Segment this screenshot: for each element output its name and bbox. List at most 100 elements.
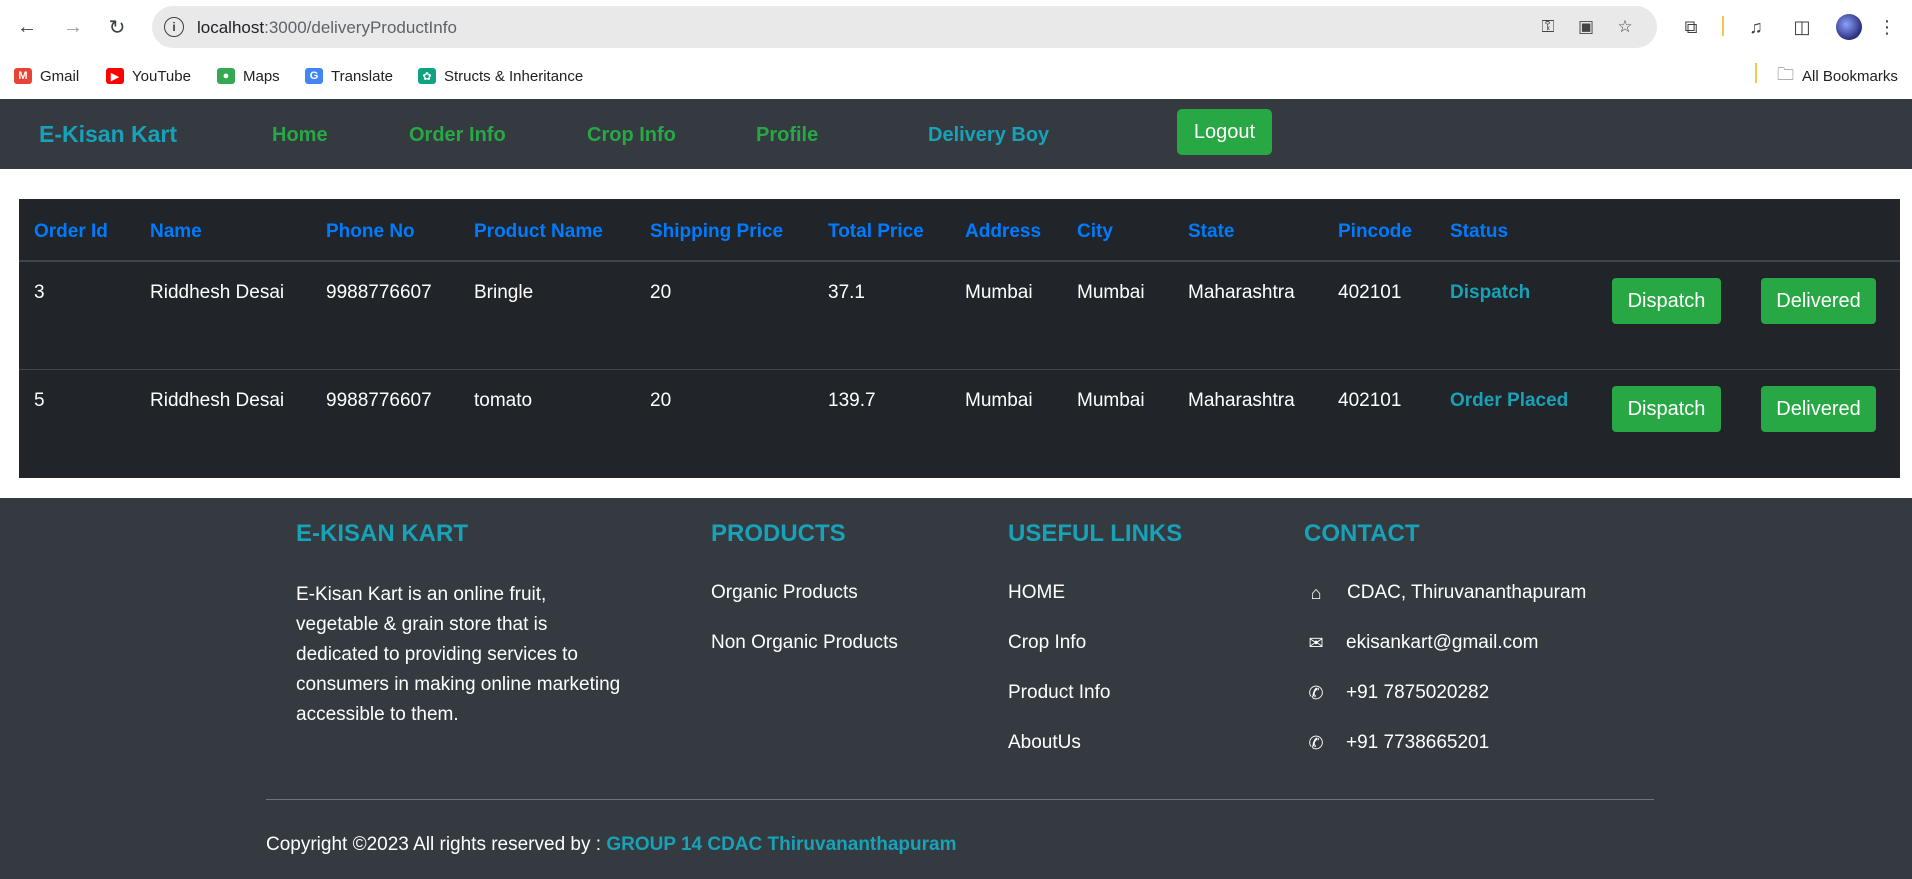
footer-link-home[interactable]: HOME: [1008, 582, 1065, 604]
header-phone: Phone No: [326, 221, 415, 242]
bookmarks-bar: M Gmail ▶ YouTube ● Maps G Translate ✿ S…: [0, 54, 1912, 99]
cell-city: Mumbai: [1077, 390, 1145, 411]
app-navbar: E-Kisan Kart Home Order Info Crop Info P…: [0, 99, 1912, 169]
home-icon: ⌂: [1310, 582, 1322, 603]
cell-order-id: 5: [34, 390, 45, 411]
header-shipping-price: Shipping Price: [650, 221, 784, 242]
translate-icon: G: [305, 68, 323, 84]
cell-product: Bringle: [474, 282, 534, 303]
footer-links-title: USEFUL LINKS: [1008, 520, 1183, 547]
maps-icon: ●: [217, 68, 235, 84]
bookmark-label: YouTube: [132, 67, 191, 85]
side-panel-icon[interactable]: ◫: [1789, 14, 1815, 40]
browser-toolbar: ← → ↻ i localhost:3000/deliveryProductIn…: [0, 0, 1912, 54]
header-status: Status: [1450, 221, 1509, 242]
footer-divider: [266, 799, 1654, 800]
cell-total: 37.1: [828, 282, 865, 303]
forward-arrow-icon[interactable]: →: [58, 12, 88, 42]
header-order-id: Order Id: [34, 221, 108, 242]
cell-shipping: 20: [650, 390, 672, 411]
footer-about-title: E-KISAN KART: [296, 520, 468, 547]
header-product-name: Product Name: [474, 221, 603, 242]
footer-link-crop-info[interactable]: Crop Info: [1008, 632, 1086, 654]
site-info-icon[interactable]: i: [164, 17, 184, 37]
all-bookmarks-label: All Bookmarks: [1802, 67, 1898, 85]
phone-icon: ✆: [1308, 732, 1324, 753]
logout-button[interactable]: Logout: [1177, 109, 1272, 155]
gmail-icon: M: [14, 68, 32, 84]
delivered-button[interactable]: Delivered: [1761, 386, 1876, 432]
bookmark-youtube[interactable]: ▶ YouTube: [106, 64, 191, 88]
brand-logo[interactable]: E-Kisan Kart: [39, 121, 177, 148]
footer-link-non-organic[interactable]: Non Organic Products: [711, 632, 898, 654]
cell-order-id: 3: [34, 282, 45, 303]
nav-delivery-boy[interactable]: Delivery Boy: [928, 124, 1049, 147]
back-arrow-icon[interactable]: ←: [12, 12, 42, 42]
url-text[interactable]: localhost:3000/deliveryProductInfo: [197, 18, 457, 38]
footer-link-about-us[interactable]: AboutUs: [1008, 732, 1081, 754]
footer-products-title: PRODUCTS: [711, 520, 846, 547]
contact-phone-1: +91 7875020282: [1346, 682, 1490, 703]
bookmark-gmail[interactable]: M Gmail: [14, 64, 79, 88]
site-footer: E-KISAN KART E-Kisan Kart is an online f…: [0, 498, 1912, 879]
cell-phone: 9988776607: [326, 390, 432, 411]
header-total-price: Total Price: [828, 221, 924, 242]
bookmark-structs[interactable]: ✿ Structs & Inheritance: [418, 64, 583, 88]
menu-dots-icon[interactable]: ⋮: [1874, 14, 1900, 40]
header-city: City: [1077, 221, 1113, 242]
bookmark-translate[interactable]: G Translate: [305, 64, 393, 88]
cell-address: Mumbai: [965, 390, 1033, 411]
address-bar[interactable]: i localhost:3000/deliveryProductInfo ⚿ ▣…: [152, 6, 1657, 48]
header-divider: [19, 260, 1900, 262]
key-icon[interactable]: ⚿: [1537, 16, 1559, 38]
extensions-icon[interactable]: ⧉: [1678, 14, 1704, 40]
cell-total: 139.7: [828, 390, 876, 411]
bookmarks-divider: [1755, 63, 1757, 83]
footer-link-product-info[interactable]: Product Info: [1008, 682, 1110, 704]
bookmark-label: Gmail: [40, 67, 80, 85]
cell-status: Order Placed: [1450, 390, 1569, 411]
row-divider: [19, 369, 1900, 370]
bookmark-label: Maps: [243, 67, 280, 85]
contact-phone-2: +91 7738665201: [1346, 732, 1490, 753]
install-app-icon[interactable]: ▣: [1575, 16, 1597, 38]
contact-address: CDAC, Thiruvananthapuram: [1347, 582, 1587, 603]
nav-order-info[interactable]: Order Info: [409, 124, 506, 147]
folder-icon: 🗀: [1777, 64, 1794, 84]
cell-state: Maharashtra: [1188, 390, 1295, 411]
cell-name: Riddhesh Desai: [150, 282, 285, 303]
cell-city: Mumbai: [1077, 282, 1145, 303]
copyright-group-link[interactable]: GROUP 14 CDAC Thiruvananthapuram: [606, 834, 956, 855]
dispatch-button[interactable]: Dispatch: [1612, 386, 1721, 432]
chatgpt-icon: ✿: [418, 68, 436, 84]
profile-avatar[interactable]: [1836, 14, 1862, 40]
toolbar-divider: [1722, 16, 1724, 36]
cell-phone: 9988776607: [326, 282, 432, 303]
media-controls-icon[interactable]: ♫: [1743, 14, 1769, 40]
envelope-icon: ✉: [1308, 632, 1324, 653]
header-address: Address: [965, 221, 1042, 242]
bookmark-label: Structs & Inheritance: [444, 67, 584, 85]
nav-crop-info[interactable]: Crop Info: [587, 124, 676, 147]
cell-pincode: 402101: [1338, 282, 1402, 303]
cell-address: Mumbai: [965, 282, 1033, 303]
url-host: localhost: [197, 18, 265, 37]
nav-profile[interactable]: Profile: [756, 124, 818, 147]
cell-name: Riddhesh Desai: [150, 390, 285, 411]
phone-icon: ✆: [1308, 682, 1324, 703]
cell-product: tomato: [474, 390, 533, 411]
footer-link-organic[interactable]: Organic Products: [711, 582, 858, 604]
bookmark-maps[interactable]: ● Maps: [217, 64, 280, 88]
reload-icon[interactable]: ↻: [102, 12, 132, 42]
nav-home[interactable]: Home: [272, 124, 328, 147]
dispatch-button[interactable]: Dispatch: [1612, 278, 1721, 324]
star-icon[interactable]: ☆: [1614, 16, 1636, 38]
copyright-text: Copyright ©2023 All rights reserved by :…: [266, 834, 957, 856]
delivered-button[interactable]: Delivered: [1761, 278, 1876, 324]
footer-about-text: E-Kisan Kart is an online fruit, vegetab…: [296, 584, 621, 725]
cell-shipping: 20: [650, 282, 672, 303]
cell-pincode: 402101: [1338, 390, 1402, 411]
all-bookmarks[interactable]: 🗀 All Bookmarks: [1777, 64, 1898, 88]
header-name: Name: [150, 221, 202, 242]
header-pincode: Pincode: [1338, 221, 1412, 242]
